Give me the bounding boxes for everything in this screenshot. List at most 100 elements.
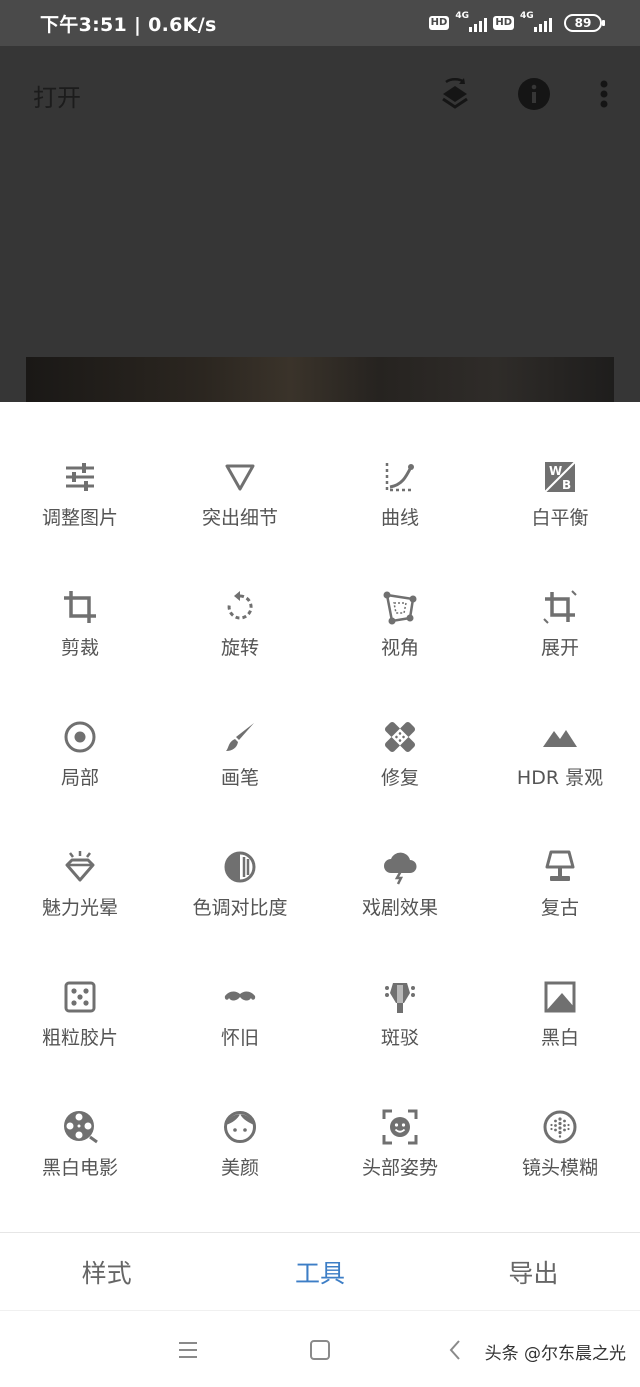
network-type-1: 4G bbox=[455, 11, 469, 21]
mustache-icon bbox=[220, 979, 260, 1015]
watermark: 头条 @尔东晨之光 bbox=[484, 1344, 626, 1364]
photo-preview bbox=[26, 357, 614, 402]
tool-label: 头部姿势 bbox=[361, 1157, 438, 1179]
tool-white-balance[interactable]: WB 白平衡 bbox=[480, 402, 640, 529]
status-icons: HD 4G HD 4G 89 bbox=[428, 11, 605, 32]
menu-icon[interactable] bbox=[173, 1335, 203, 1365]
tool-details[interactable]: 突出细节 bbox=[160, 402, 320, 529]
tool-label: 曲线 bbox=[380, 507, 419, 529]
tool-glamour-glow[interactable]: 魅力光晕 bbox=[0, 792, 160, 919]
tool-label: 展开 bbox=[540, 637, 579, 659]
perspective-icon bbox=[380, 589, 420, 625]
tool-head-pose[interactable]: 头部姿势 bbox=[320, 1052, 480, 1179]
tab-export[interactable]: 导出 bbox=[427, 1233, 640, 1310]
tool-label: 剪裁 bbox=[60, 637, 99, 659]
expand-crop-icon bbox=[540, 589, 580, 625]
dice-icon bbox=[60, 979, 100, 1015]
face-icon bbox=[220, 1109, 260, 1145]
tool-label: 魅力光晕 bbox=[41, 897, 118, 919]
signal-2-icon: 4G bbox=[520, 11, 552, 32]
target-icon bbox=[60, 719, 100, 755]
tool-adjust[interactable]: 调整图片 bbox=[0, 402, 160, 529]
black-white-image-icon bbox=[540, 979, 580, 1015]
lamp-icon bbox=[540, 849, 580, 885]
tool-label: 视角 bbox=[380, 637, 419, 659]
tool-hdr[interactable]: HDR 景观 bbox=[480, 662, 640, 789]
tune-sliders-icon bbox=[60, 459, 100, 495]
rotate-icon bbox=[220, 589, 260, 625]
tool-label: 色调对比度 bbox=[192, 897, 288, 919]
info-icon[interactable] bbox=[516, 76, 552, 112]
tool-selective[interactable]: 局部 bbox=[0, 662, 160, 789]
tool-expand[interactable]: 展开 bbox=[480, 532, 640, 659]
tool-label: 复古 bbox=[540, 897, 579, 919]
face-frame-icon bbox=[380, 1109, 420, 1145]
app-background: 打开 bbox=[0, 46, 640, 402]
hd-badge-2: HD bbox=[493, 16, 514, 30]
svg-text:W: W bbox=[549, 464, 562, 478]
curves-icon bbox=[380, 459, 420, 495]
tool-black-white[interactable]: 黑白 bbox=[480, 922, 640, 1049]
tool-label: 美颜 bbox=[220, 1157, 259, 1179]
tool-drama[interactable]: 戏剧效果 bbox=[320, 792, 480, 919]
svg-text:B: B bbox=[562, 478, 571, 492]
more-vert-icon[interactable] bbox=[586, 76, 622, 112]
tool-perspective[interactable]: 视角 bbox=[320, 532, 480, 659]
tool-label: HDR 景观 bbox=[516, 767, 604, 789]
tool-lens-blur[interactable]: 镜头模糊 bbox=[480, 1052, 640, 1179]
home-square-icon[interactable] bbox=[305, 1335, 335, 1365]
tool-curves[interactable]: 曲线 bbox=[320, 402, 480, 529]
white-balance-icon: WB bbox=[540, 459, 580, 495]
triangle-down-icon bbox=[220, 459, 260, 495]
tool-tonal-contrast[interactable]: 色调对比度 bbox=[160, 792, 320, 919]
tool-label: 粗粒胶片 bbox=[41, 1027, 118, 1049]
lens-blur-icon bbox=[540, 1109, 580, 1145]
brush-icon bbox=[220, 719, 260, 755]
battery-icon: 89 bbox=[564, 14, 605, 32]
tool-crop[interactable]: 剪裁 bbox=[0, 532, 160, 659]
tool-label: 戏剧效果 bbox=[361, 897, 438, 919]
system-nav-bar: 头条 @尔东晨之光 bbox=[0, 1310, 640, 1387]
tool-label: 白平衡 bbox=[531, 507, 589, 529]
guitar-head-icon bbox=[380, 979, 420, 1015]
tool-label: 怀旧 bbox=[220, 1027, 259, 1049]
tool-grainy-film[interactable]: 粗粒胶片 bbox=[0, 922, 160, 1049]
tool-vintage[interactable]: 复古 bbox=[480, 792, 640, 919]
tonal-contrast-icon bbox=[220, 849, 260, 885]
status-bar: 下午3:51 | 0.6K/s HD 4G HD 4G 89 bbox=[0, 0, 640, 46]
mountains-icon bbox=[540, 719, 580, 755]
back-chevron-icon[interactable] bbox=[440, 1335, 470, 1365]
tool-healing[interactable]: 修复 bbox=[320, 662, 480, 789]
tool-label: 黑白电影 bbox=[41, 1157, 118, 1179]
tool-brush[interactable]: 画笔 bbox=[160, 662, 320, 789]
hd-badge-1: HD bbox=[428, 16, 450, 30]
tool-portrait[interactable]: 美颜 bbox=[160, 1052, 320, 1179]
open-button[interactable]: 打开 bbox=[33, 78, 81, 113]
tab-tools[interactable]: 工具 bbox=[213, 1233, 426, 1310]
crop-icon bbox=[60, 589, 100, 625]
tool-grunge[interactable]: 斑驳 bbox=[320, 922, 480, 1049]
tool-label: 局部 bbox=[60, 767, 99, 789]
tool-label: 旋转 bbox=[220, 637, 259, 659]
tool-label: 黑白 bbox=[540, 1027, 579, 1049]
network-type-2: 4G bbox=[520, 11, 534, 21]
storm-cloud-icon bbox=[380, 849, 420, 885]
bottom-tab-bar: 样式 工具 导出 bbox=[0, 1232, 640, 1310]
healing-bandage-icon bbox=[380, 719, 420, 755]
tool-rotate[interactable]: 旋转 bbox=[160, 532, 320, 659]
status-time-speed: 下午3:51 | 0.6K/s bbox=[40, 13, 217, 36]
diamond-glow-icon bbox=[60, 849, 100, 885]
tool-retrolux[interactable]: 怀旧 bbox=[160, 922, 320, 1049]
tab-styles[interactable]: 样式 bbox=[0, 1233, 213, 1310]
film-reel-icon bbox=[60, 1109, 100, 1145]
tool-label: 镜头模糊 bbox=[521, 1157, 598, 1179]
tool-label: 画笔 bbox=[220, 767, 259, 789]
tool-label: 突出细节 bbox=[201, 507, 278, 529]
layers-refresh-icon[interactable] bbox=[437, 76, 473, 112]
tool-label: 调整图片 bbox=[41, 507, 118, 529]
tool-label: 修复 bbox=[380, 767, 419, 789]
tools-sheet: 调整图片 突出细节 曲线 WB 白平衡 剪裁 旋转 视角 展开 局部 画笔 修复 bbox=[0, 402, 640, 1232]
tool-noir[interactable]: 黑白电影 bbox=[0, 1052, 160, 1179]
signal-1-icon: 4G bbox=[455, 11, 488, 32]
tool-label: 斑驳 bbox=[380, 1027, 419, 1049]
